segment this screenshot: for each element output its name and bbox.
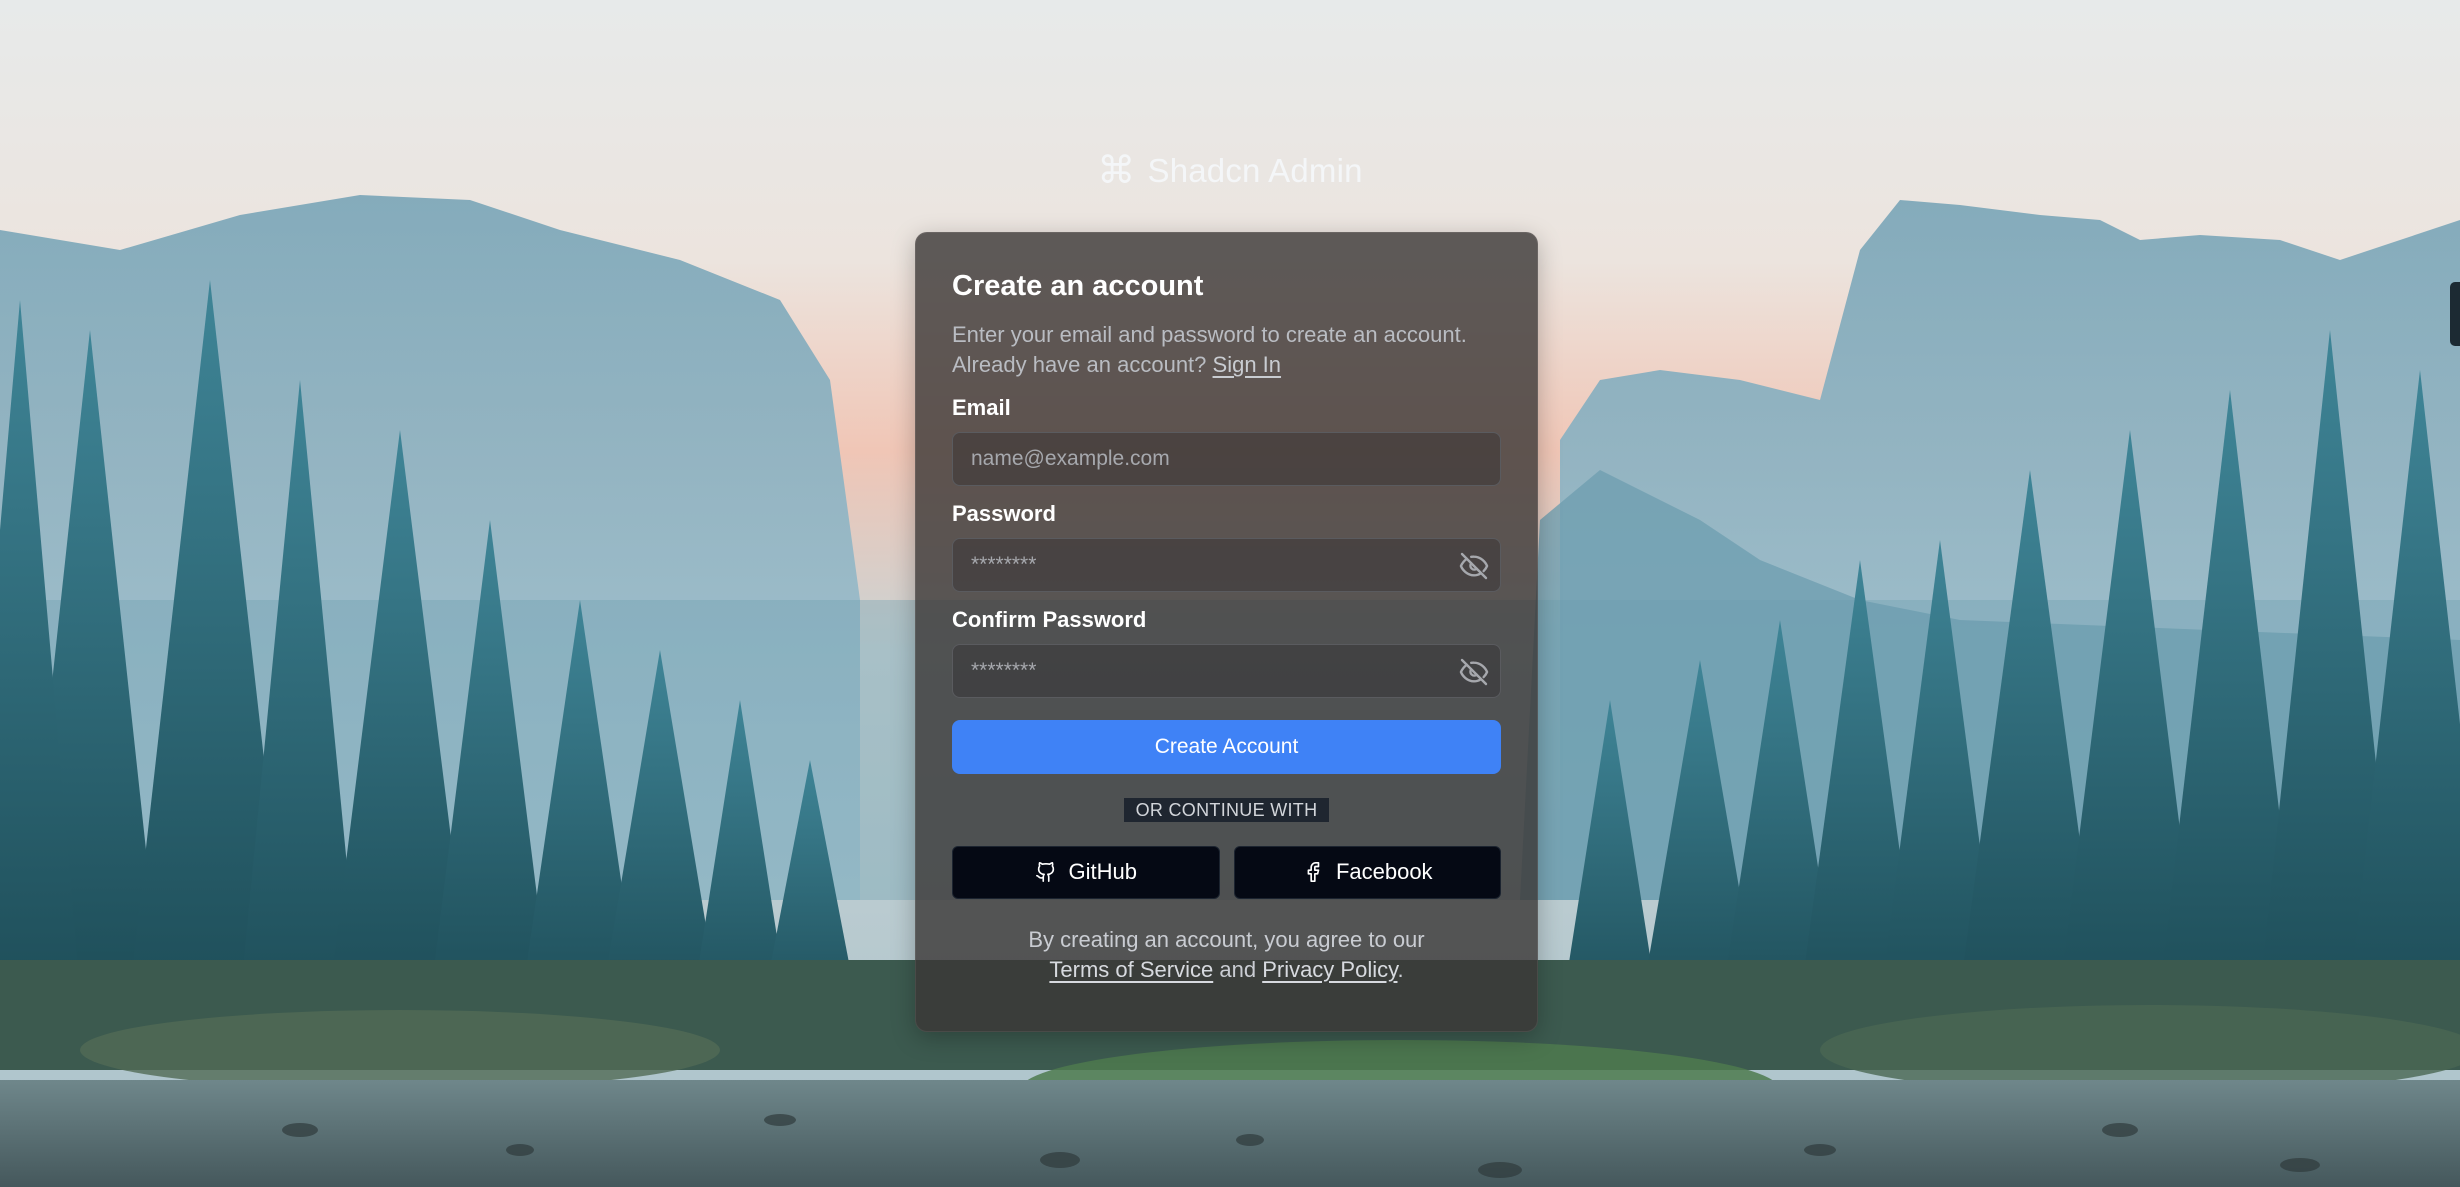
edge-tab-handle[interactable] [2450, 282, 2460, 346]
github-icon [1035, 862, 1054, 883]
login-page: ⌘ Shadcn Admin Create an account Enter y… [0, 0, 2460, 1187]
email-label: Email [952, 394, 1011, 420]
confirm-password-field[interactable] [953, 644, 1500, 697]
terms-notice: By creating an account, you agree to our… [952, 925, 1501, 985]
terms-links: Terms of Service and Privacy Policy. [952, 955, 1501, 985]
card-description: Enter your email and password to create … [952, 320, 1501, 380]
signin-prefix: Already have an account? [952, 351, 1207, 377]
terms-suffix: . [1397, 956, 1404, 982]
github-button[interactable]: GitHub [952, 845, 1220, 899]
brand-name: Shadcn Admin [1147, 152, 1363, 189]
terms-prefix: By creating an account, you agree to our [1028, 926, 1425, 952]
password-field-wrapper [952, 537, 1501, 592]
facebook-button[interactable]: Facebook [1233, 845, 1501, 899]
sign-in-link[interactable]: Sign In [1213, 352, 1282, 377]
confirm-password-field-wrapper [952, 643, 1501, 698]
terms-of-service-link[interactable]: Terms of Service [1049, 957, 1213, 982]
email-field[interactable] [953, 432, 1500, 485]
or-continue-divider: OR CONTINUE WITH [952, 797, 1501, 822]
terms-and: and [1219, 956, 1257, 982]
github-label: GitHub [1068, 859, 1137, 885]
eye-off-icon[interactable] [1458, 656, 1490, 688]
eye-off-icon[interactable] [1458, 550, 1490, 582]
description-line: Enter your email and password to create … [952, 321, 1467, 347]
create-account-button[interactable]: Create Account [952, 719, 1501, 774]
facebook-label: Facebook [1335, 859, 1433, 885]
signup-card: Create an account Enter your email and p… [915, 232, 1538, 1032]
email-field-wrapper [952, 431, 1501, 486]
divider-label: OR CONTINUE WITH [1123, 797, 1330, 822]
social-buttons: GitHub Facebook [952, 845, 1501, 899]
brand-header: ⌘ Shadcn Admin [0, 152, 2460, 190]
password-field[interactable] [953, 538, 1500, 591]
confirm-password-label: Confirm Password [952, 606, 1147, 632]
facebook-icon [1307, 862, 1320, 883]
card-title: Create an account [952, 270, 1204, 302]
privacy-policy-link[interactable]: Privacy Policy [1262, 957, 1397, 982]
signin-prompt: Already have an account? Sign In [952, 350, 1501, 380]
password-label: Password [952, 500, 1056, 526]
command-icon: ⌘ [1097, 150, 1136, 192]
